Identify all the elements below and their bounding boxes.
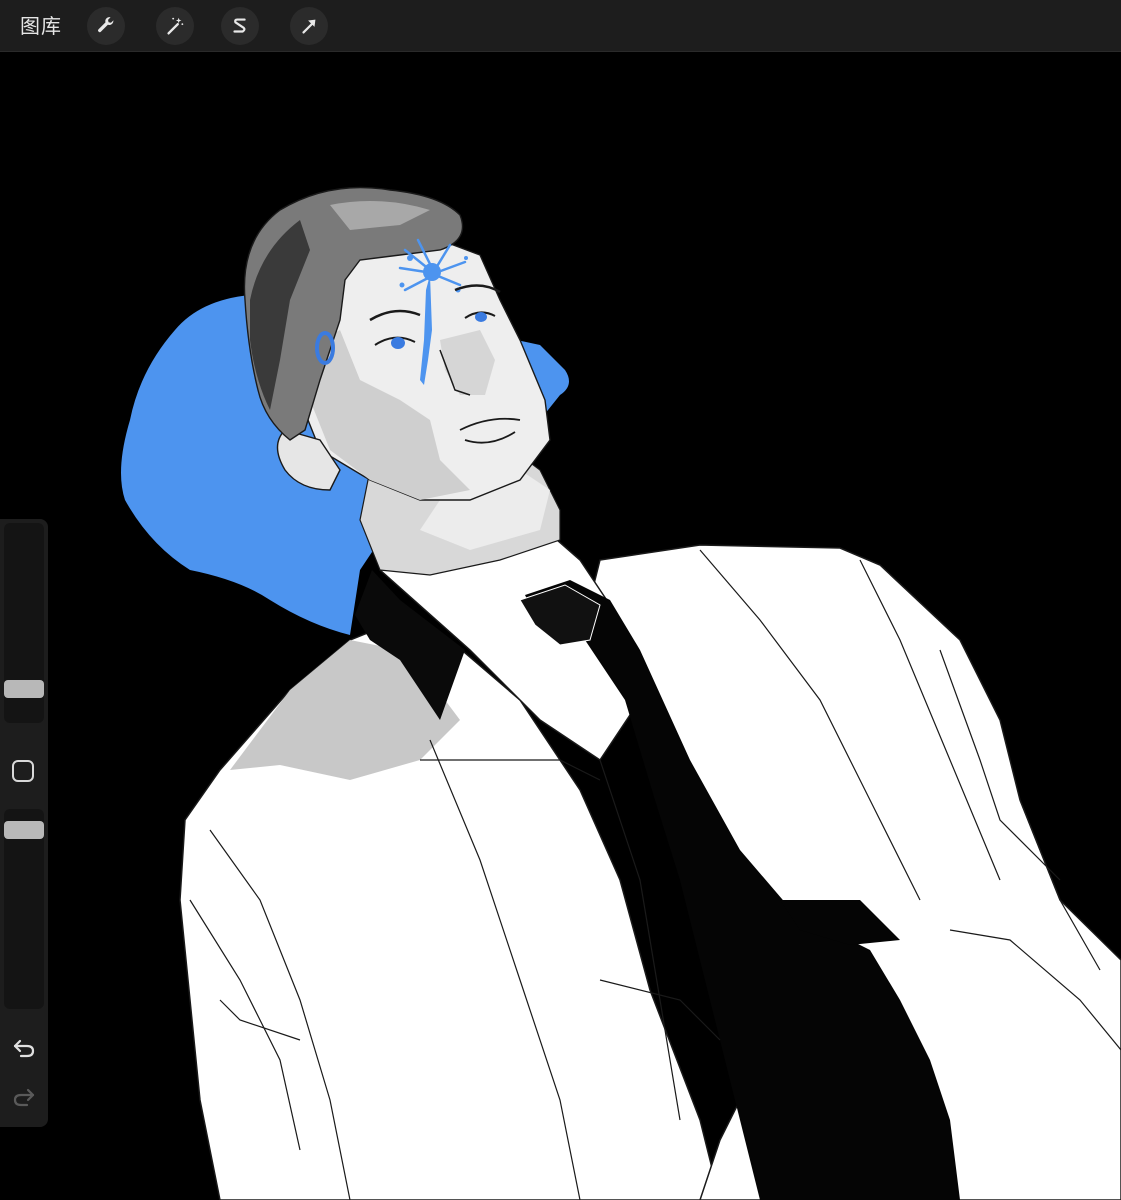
artwork (121, 186, 1121, 1200)
transform-button[interactable] (290, 7, 328, 45)
wrench-icon (98, 17, 114, 33)
brush-size-thumb[interactable] (4, 680, 44, 698)
undo-icon (13, 1039, 35, 1058)
gallery-button[interactable]: 图库 (20, 11, 62, 41)
undo-button[interactable] (10, 1036, 38, 1060)
left-sidebar (0, 519, 48, 1127)
opacity-thumb[interactable] (4, 821, 44, 839)
procreate-app: 图库 (0, 0, 1121, 1200)
selection-s-icon (233, 18, 246, 33)
top-toolbar: 图库 (0, 0, 1121, 52)
redo-icon (13, 1088, 35, 1107)
magic-wand-icon (167, 17, 184, 35)
adjustments-button[interactable] (156, 7, 194, 45)
arrow-cursor-icon (302, 19, 316, 34)
opacity-slider[interactable] (4, 809, 44, 1009)
eyedropper-square-button[interactable] (12, 760, 34, 782)
actions-button[interactable] (87, 7, 125, 45)
selection-button[interactable] (221, 7, 259, 45)
redo-button[interactable] (10, 1085, 38, 1109)
drawing-canvas[interactable] (0, 52, 1121, 1200)
